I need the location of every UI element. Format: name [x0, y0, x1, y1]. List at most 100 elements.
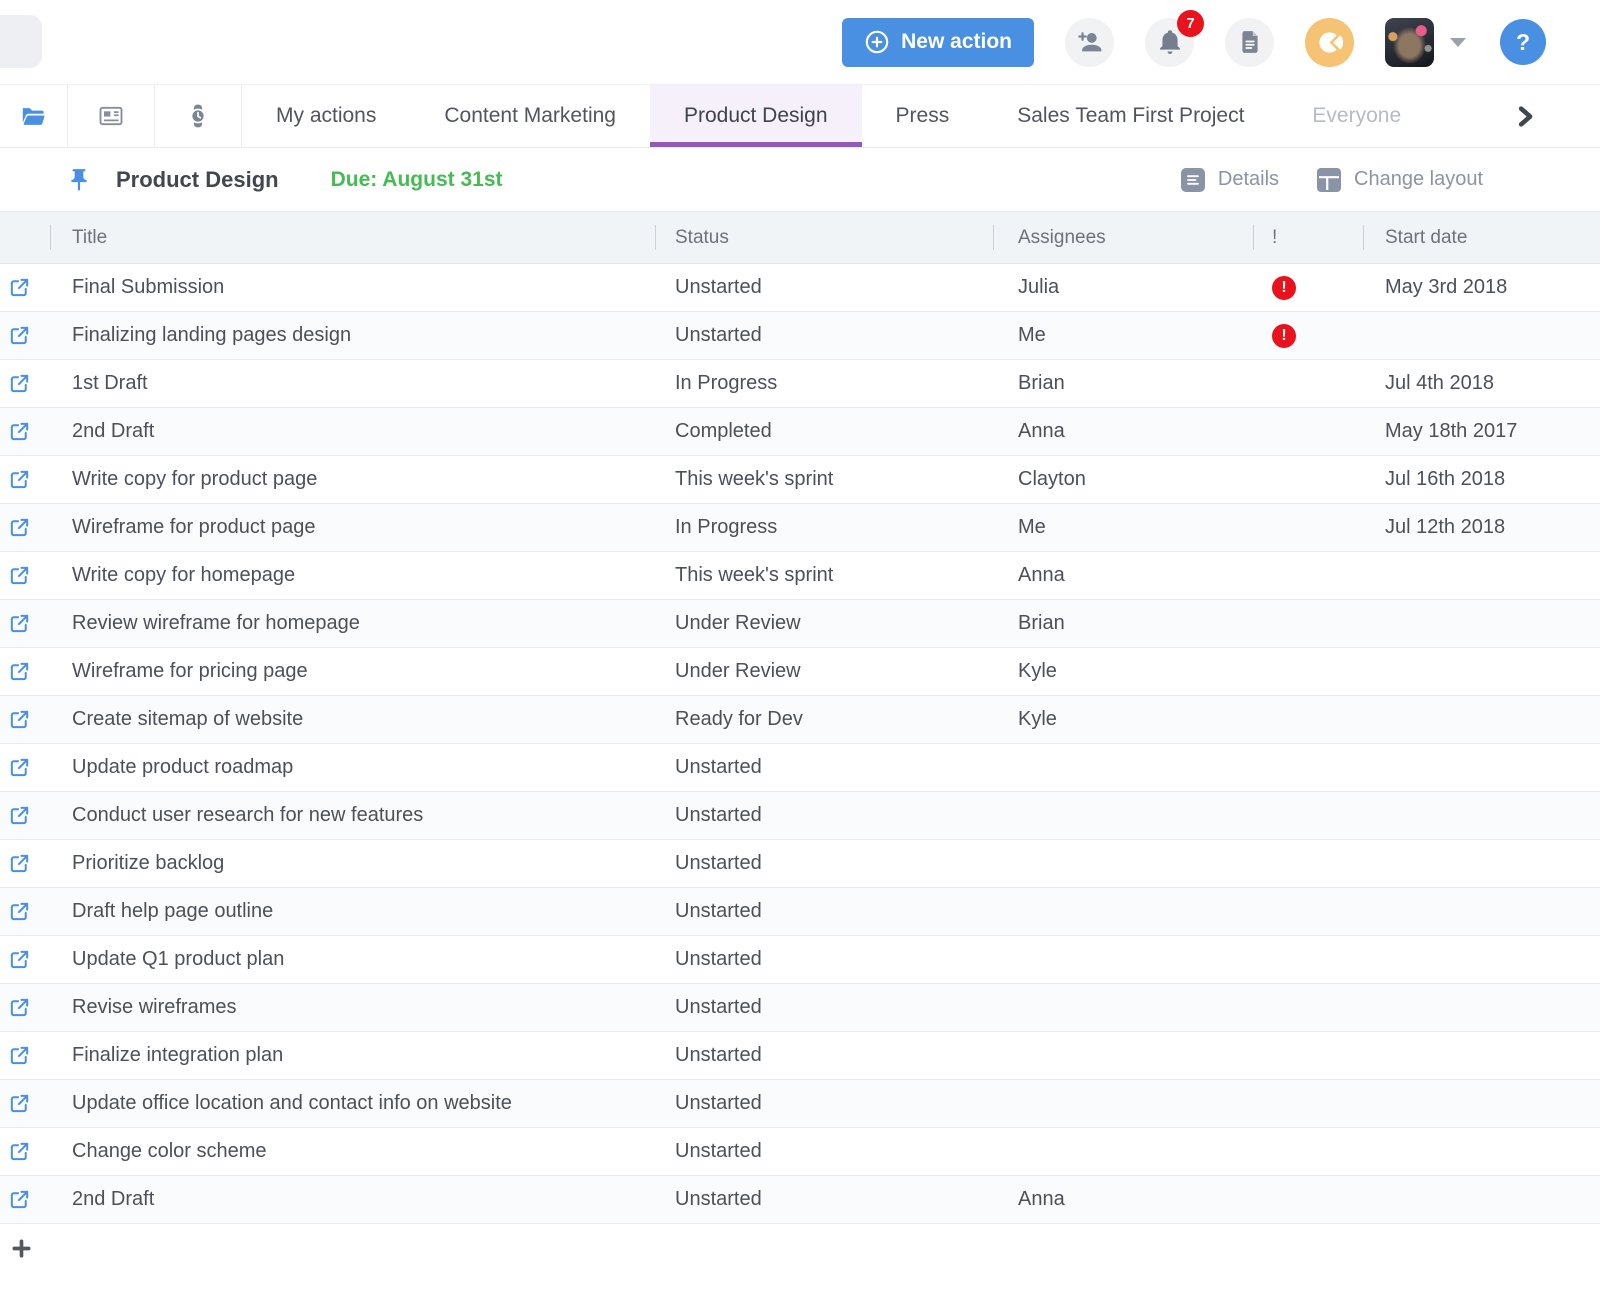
open-task-icon[interactable] — [8, 948, 31, 971]
new-action-button[interactable]: New action — [842, 18, 1034, 67]
table-row[interactable]: Finalizing landing pages design Unstarte… — [0, 312, 1600, 360]
task-status: Unstarted — [655, 1044, 993, 1067]
task-status: Unstarted — [655, 804, 993, 827]
open-task-icon[interactable] — [8, 900, 31, 923]
table-row[interactable]: Revise wireframes Unstarted ! — [0, 984, 1600, 1032]
row-icon-cell — [0, 852, 50, 875]
open-task-icon[interactable] — [8, 996, 31, 1019]
row-icon-cell — [0, 708, 50, 731]
tab-sales-team-first-project[interactable]: Sales Team First Project — [983, 85, 1278, 147]
tab-my-actions[interactable]: My actions — [242, 85, 410, 147]
add-task-button[interactable] — [10, 1237, 33, 1260]
text-tabs: My actions Content Marketing Product Des… — [242, 85, 1435, 147]
open-task-icon[interactable] — [8, 1140, 31, 1163]
task-status: Unstarted — [655, 1140, 993, 1163]
task-start-date: May 18th 2017 — [1363, 420, 1600, 443]
row-icon-cell — [0, 1188, 50, 1211]
priority-cell: ! — [1253, 372, 1363, 396]
pin-icon[interactable] — [66, 167, 92, 193]
table-row[interactable]: Update product roadmap Unstarted ! — [0, 744, 1600, 792]
table-row[interactable]: Prioritize backlog Unstarted ! — [0, 840, 1600, 888]
table-row[interactable]: Write copy for product page This week's … — [0, 456, 1600, 504]
priority-cell: ! — [1253, 804, 1363, 828]
table-row[interactable]: 1st Draft In Progress Brian ! Jul 4th 20… — [0, 360, 1600, 408]
column-header-title[interactable]: Title — [50, 212, 655, 263]
open-task-icon[interactable] — [8, 756, 31, 779]
table-row[interactable]: Update office location and contact info … — [0, 1080, 1600, 1128]
row-icon-cell — [0, 612, 50, 635]
row-icon-cell — [0, 324, 50, 347]
priority-cell: ! — [1253, 708, 1363, 732]
task-title: Change color scheme — [50, 1140, 655, 1163]
table-row[interactable]: Conduct user research for new features U… — [0, 792, 1600, 840]
details-label: Details — [1218, 168, 1279, 191]
open-task-icon[interactable] — [8, 660, 31, 683]
task-status: Unstarted — [655, 756, 993, 779]
open-task-icon[interactable] — [8, 516, 31, 539]
open-task-icon[interactable] — [8, 420, 31, 443]
avatar[interactable] — [1385, 18, 1434, 67]
table-row[interactable]: Write copy for homepage This week's spri… — [0, 552, 1600, 600]
table-row[interactable]: Review wireframe for homepage Under Revi… — [0, 600, 1600, 648]
open-task-icon[interactable] — [8, 1092, 31, 1115]
open-task-icon[interactable] — [8, 852, 31, 875]
open-task-icon[interactable] — [8, 1188, 31, 1211]
change-layout-button[interactable]: Change layout — [1317, 168, 1483, 192]
tab-recent-watch[interactable] — [155, 85, 242, 147]
task-title: Update office location and contact info … — [50, 1092, 655, 1115]
task-assignee: Clayton — [993, 468, 1253, 491]
task-assignee: Brian — [993, 372, 1253, 395]
tab-everyone[interactable]: Everyone — [1278, 85, 1435, 147]
task-title: Update product roadmap — [50, 756, 655, 779]
column-header-priority[interactable]: ! — [1253, 212, 1363, 263]
table-row[interactable]: 2nd Draft Completed Anna ! May 18th 2017 — [0, 408, 1600, 456]
reports-button[interactable] — [1305, 18, 1354, 67]
open-task-icon[interactable] — [8, 324, 31, 347]
table-row[interactable]: Change color scheme Unstarted ! — [0, 1128, 1600, 1176]
tab-projects-folder[interactable] — [0, 85, 68, 147]
notifications-button[interactable]: 7 — [1145, 18, 1194, 67]
table-row[interactable]: Wireframe for pricing page Under Review … — [0, 648, 1600, 696]
table-row[interactable]: Wireframe for product page In Progress M… — [0, 504, 1600, 552]
open-task-icon[interactable] — [8, 612, 31, 635]
watch-icon — [185, 102, 211, 130]
tab-content-marketing[interactable]: Content Marketing — [410, 85, 650, 147]
tab-press[interactable]: Press — [862, 85, 984, 147]
column-header-status[interactable]: Status — [655, 212, 993, 263]
tab-news[interactable] — [68, 85, 155, 147]
table-row[interactable]: Draft help page outline Unstarted ! — [0, 888, 1600, 936]
open-task-icon[interactable] — [8, 276, 31, 299]
open-task-icon[interactable] — [8, 372, 31, 395]
task-title: 2nd Draft — [50, 420, 655, 443]
table-row[interactable]: Create sitemap of website Ready for Dev … — [0, 696, 1600, 744]
priority-cell: ! — [1253, 996, 1363, 1020]
help-button[interactable]: ? — [1500, 19, 1546, 65]
task-title: Finalizing landing pages design — [50, 324, 655, 347]
open-task-icon[interactable] — [8, 708, 31, 731]
open-task-icon[interactable] — [8, 468, 31, 491]
column-header-assignees[interactable]: Assignees — [993, 212, 1253, 263]
details-button[interactable]: Details — [1181, 168, 1279, 192]
table-row[interactable]: Finalize integration plan Unstarted ! — [0, 1032, 1600, 1080]
priority-cell: ! — [1253, 324, 1363, 348]
table-row[interactable]: Update Q1 product plan Unstarted ! — [0, 936, 1600, 984]
row-icon-cell — [0, 996, 50, 1019]
open-task-icon[interactable] — [8, 564, 31, 587]
table-row[interactable]: Final Submission Unstarted Julia ! May 3… — [0, 264, 1600, 312]
task-title: Update Q1 product plan — [50, 948, 655, 971]
column-header-start-date[interactable]: Start date — [1363, 212, 1600, 263]
open-task-icon[interactable] — [8, 804, 31, 827]
task-title: Wireframe for product page — [50, 516, 655, 539]
priority-cell: ! — [1253, 900, 1363, 924]
table-row[interactable]: 2nd Draft Unstarted Anna ! — [0, 1176, 1600, 1224]
documents-button[interactable] — [1225, 18, 1274, 67]
chevron-down-icon[interactable] — [1450, 38, 1466, 47]
table-header: Title Status Assignees ! Start date — [0, 212, 1600, 264]
tab-product-design[interactable]: Product Design — [650, 85, 862, 147]
logo-placeholder[interactable] — [0, 15, 42, 68]
open-task-icon[interactable] — [8, 1044, 31, 1067]
subheader-actions: Details Change layout — [1181, 168, 1483, 192]
tab-scroll-right-button[interactable] — [1511, 85, 1538, 147]
invite-user-button[interactable] — [1065, 18, 1114, 67]
newspaper-icon — [97, 102, 125, 130]
